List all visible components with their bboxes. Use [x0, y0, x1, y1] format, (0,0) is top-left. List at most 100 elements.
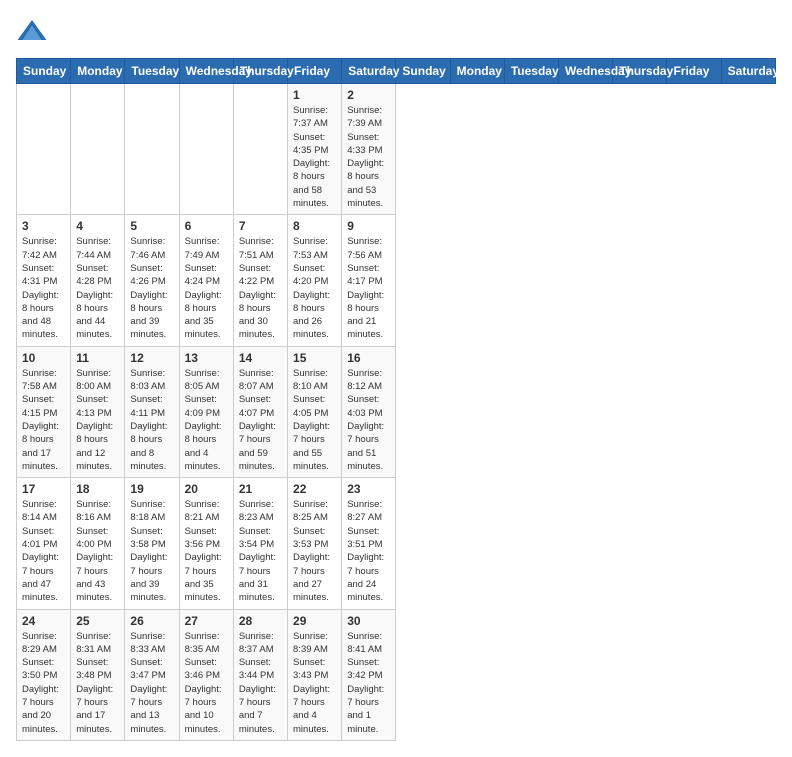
day-number: 13 — [185, 351, 228, 365]
day-info: Sunrise: 8:27 AM Sunset: 3:51 PM Dayligh… — [347, 498, 390, 604]
calendar-cell: 17 Sunrise: 8:14 AM Sunset: 4:01 PM Dayli… — [17, 478, 71, 609]
calendar-cell — [17, 84, 71, 215]
calendar-cell: 20 Sunrise: 8:21 AM Sunset: 3:56 PM Dayli… — [179, 478, 233, 609]
day-info: Sunrise: 8:41 AM Sunset: 3:42 PM Dayligh… — [347, 630, 390, 736]
calendar-cell: 24 Sunrise: 8:29 AM Sunset: 3:50 PM Dayli… — [17, 609, 71, 740]
day-number: 2 — [347, 88, 390, 102]
day-number: 20 — [185, 482, 228, 496]
calendar-cell — [71, 84, 125, 215]
day-number: 3 — [22, 219, 65, 233]
calendar-week-4: 17 Sunrise: 8:14 AM Sunset: 4:01 PM Dayli… — [17, 478, 776, 609]
calendar-cell — [125, 84, 179, 215]
day-info: Sunrise: 8:25 AM Sunset: 3:53 PM Dayligh… — [293, 498, 336, 604]
day-number: 25 — [76, 614, 119, 628]
day-number: 24 — [22, 614, 65, 628]
logo-icon — [16, 16, 48, 48]
day-number: 17 — [22, 482, 65, 496]
calendar-cell: 27Sunrise: 8:35 AM Sunset: 3:46 PM Dayli… — [179, 609, 233, 740]
page-header — [16, 16, 776, 48]
header-friday: Friday — [667, 59, 721, 84]
calendar-cell: 29 Sunrise: 8:39 AM Sunset: 3:43 PM Dayli… — [288, 609, 342, 740]
day-info: Sunrise: 8:21 AM Sunset: 3:56 PM Dayligh… — [185, 498, 228, 604]
day-number: 29 — [293, 614, 336, 628]
day-number: 9 — [347, 219, 390, 233]
calendar-week-3: 10 Sunrise: 7:58 AM Sunset: 4:15 PM Dayli… — [17, 346, 776, 477]
day-number: 26 — [130, 614, 173, 628]
calendar-cell: 11Sunrise: 8:00 AM Sunset: 4:13 PM Dayli… — [71, 346, 125, 477]
header-thursday: Thursday — [613, 59, 667, 84]
day-info: Sunrise: 8:39 AM Sunset: 3:43 PM Dayligh… — [293, 630, 336, 736]
day-number: 1 — [293, 88, 336, 102]
header-monday: Monday — [450, 59, 504, 84]
calendar-cell: 2 Sunrise: 7:39 AM Sunset: 4:33 PM Daylig… — [342, 84, 396, 215]
calendar-cell: 25 Sunrise: 8:31 AM Sunset: 3:48 PM Dayli… — [71, 609, 125, 740]
day-info: Sunrise: 7:37 AM Sunset: 4:35 PM Dayligh… — [293, 104, 336, 210]
day-info: Sunrise: 7:46 AM Sunset: 4:26 PM Dayligh… — [130, 235, 173, 341]
day-number: 10 — [22, 351, 65, 365]
header-saturday: Saturday — [721, 59, 775, 84]
day-info: Sunrise: 7:44 AM Sunset: 4:28 PM Dayligh… — [76, 235, 119, 341]
calendar-week-1: 1 Sunrise: 7:37 AM Sunset: 4:35 PM Daylig… — [17, 84, 776, 215]
day-info: Sunrise: 8:37 AM Sunset: 3:44 PM Dayligh… — [239, 630, 282, 736]
calendar-week-5: 24 Sunrise: 8:29 AM Sunset: 3:50 PM Dayli… — [17, 609, 776, 740]
calendar-cell: 13 Sunrise: 8:05 AM Sunset: 4:09 PM Dayli… — [179, 346, 233, 477]
calendar-cell: 5 Sunrise: 7:46 AM Sunset: 4:26 PM Daylig… — [125, 215, 179, 346]
calendar-cell: 18 Sunrise: 8:16 AM Sunset: 4:00 PM Dayli… — [71, 478, 125, 609]
calendar-cell: 12 Sunrise: 8:03 AM Sunset: 4:11 PM Dayli… — [125, 346, 179, 477]
day-number: 11 — [76, 351, 119, 365]
day-info: Sunrise: 8:23 AM Sunset: 3:54 PM Dayligh… — [239, 498, 282, 604]
day-info: Sunrise: 7:42 AM Sunset: 4:31 PM Dayligh… — [22, 235, 65, 341]
calendar-cell: 6 Sunrise: 7:49 AM Sunset: 4:24 PM Daylig… — [179, 215, 233, 346]
header-day-thursday: Thursday — [233, 59, 287, 84]
day-number: 22 — [293, 482, 336, 496]
header-day-friday: Friday — [288, 59, 342, 84]
header-day-tuesday: Tuesday — [125, 59, 179, 84]
day-info: Sunrise: 8:12 AM Sunset: 4:03 PM Dayligh… — [347, 367, 390, 473]
calendar-cell: 15Sunrise: 8:10 AM Sunset: 4:05 PM Dayli… — [288, 346, 342, 477]
day-number: 12 — [130, 351, 173, 365]
day-info: Sunrise: 7:56 AM Sunset: 4:17 PM Dayligh… — [347, 235, 390, 341]
day-info: Sunrise: 8:05 AM Sunset: 4:09 PM Dayligh… — [185, 367, 228, 473]
header-day-saturday: Saturday — [342, 59, 396, 84]
calendar-table: SundayMondayTuesdayWednesdayThursdayFrid… — [16, 58, 776, 741]
day-number: 28 — [239, 614, 282, 628]
calendar-cell: 7Sunrise: 7:51 AM Sunset: 4:22 PM Daylig… — [233, 215, 287, 346]
day-number: 14 — [239, 351, 282, 365]
day-info: Sunrise: 8:14 AM Sunset: 4:01 PM Dayligh… — [22, 498, 65, 604]
day-info: Sunrise: 7:53 AM Sunset: 4:20 PM Dayligh… — [293, 235, 336, 341]
calendar-cell: 21Sunrise: 8:23 AM Sunset: 3:54 PM Dayli… — [233, 478, 287, 609]
day-info: Sunrise: 7:58 AM Sunset: 4:15 PM Dayligh… — [22, 367, 65, 473]
day-info: Sunrise: 8:16 AM Sunset: 4:00 PM Dayligh… — [76, 498, 119, 604]
day-info: Sunrise: 8:31 AM Sunset: 3:48 PM Dayligh… — [76, 630, 119, 736]
calendar-cell — [233, 84, 287, 215]
day-info: Sunrise: 8:03 AM Sunset: 4:11 PM Dayligh… — [130, 367, 173, 473]
day-info: Sunrise: 8:35 AM Sunset: 3:46 PM Dayligh… — [185, 630, 228, 736]
day-number: 8 — [293, 219, 336, 233]
logo — [16, 16, 52, 48]
header-day-monday: Monday — [71, 59, 125, 84]
calendar-cell: 9 Sunrise: 7:56 AM Sunset: 4:17 PM Daylig… — [342, 215, 396, 346]
header-tuesday: Tuesday — [504, 59, 558, 84]
day-number: 23 — [347, 482, 390, 496]
day-info: Sunrise: 8:07 AM Sunset: 4:07 PM Dayligh… — [239, 367, 282, 473]
day-info: Sunrise: 7:49 AM Sunset: 4:24 PM Dayligh… — [185, 235, 228, 341]
day-number: 5 — [130, 219, 173, 233]
header-day-wednesday: Wednesday — [179, 59, 233, 84]
day-number: 6 — [185, 219, 228, 233]
day-info: Sunrise: 8:18 AM Sunset: 3:58 PM Dayligh… — [130, 498, 173, 604]
calendar-cell: 4 Sunrise: 7:44 AM Sunset: 4:28 PM Daylig… — [71, 215, 125, 346]
calendar-cell: 14 Sunrise: 8:07 AM Sunset: 4:07 PM Dayli… — [233, 346, 287, 477]
calendar-cell: 16 Sunrise: 8:12 AM Sunset: 4:03 PM Dayli… — [342, 346, 396, 477]
header-wednesday: Wednesday — [559, 59, 613, 84]
calendar-cell: 22 Sunrise: 8:25 AM Sunset: 3:53 PM Dayli… — [288, 478, 342, 609]
day-number: 15 — [293, 351, 336, 365]
calendar-cell: 3 Sunrise: 7:42 AM Sunset: 4:31 PM Daylig… — [17, 215, 71, 346]
day-number: 30 — [347, 614, 390, 628]
calendar-header-row: SundayMondayTuesdayWednesdayThursdayFrid… — [17, 59, 776, 84]
day-number: 18 — [76, 482, 119, 496]
day-number: 4 — [76, 219, 119, 233]
day-info: Sunrise: 7:39 AM Sunset: 4:33 PM Dayligh… — [347, 104, 390, 210]
day-info: Sunrise: 8:29 AM Sunset: 3:50 PM Dayligh… — [22, 630, 65, 736]
calendar-cell: 28 Sunrise: 8:37 AM Sunset: 3:44 PM Dayli… — [233, 609, 287, 740]
day-number: 16 — [347, 351, 390, 365]
